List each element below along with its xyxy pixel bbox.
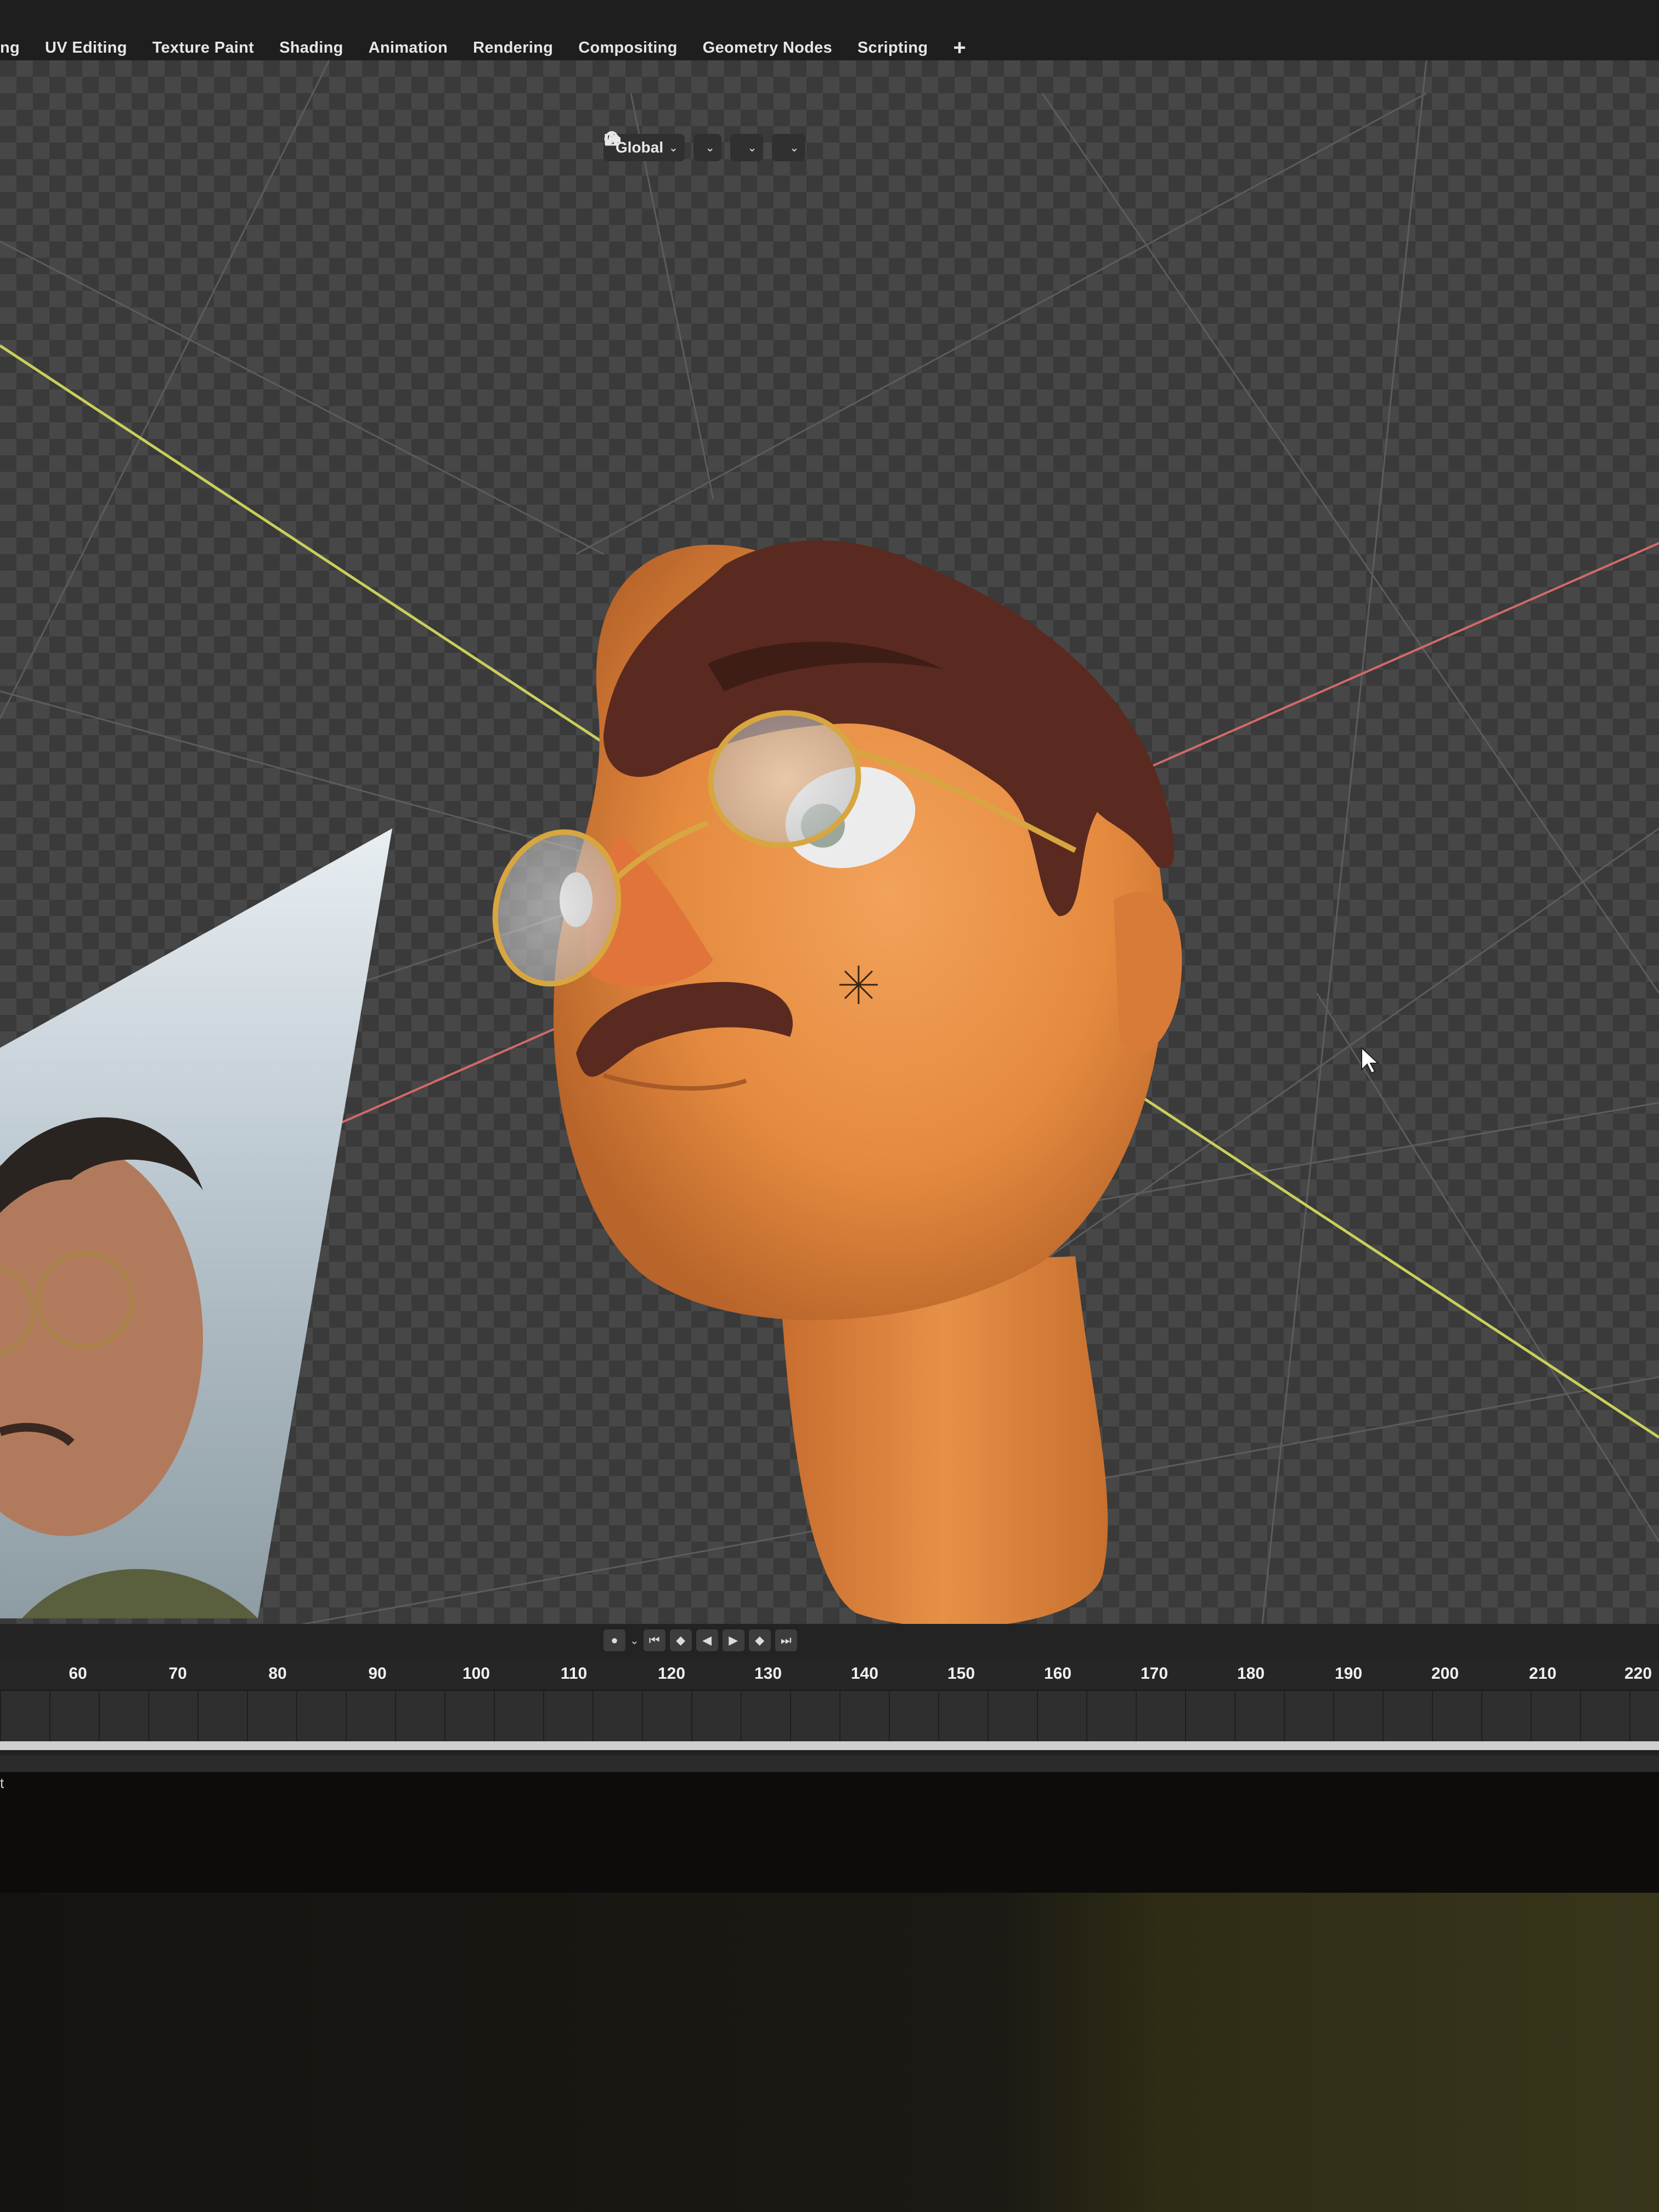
keyframe-track[interactable] (0, 1691, 1659, 1741)
3d-viewport[interactable]: Global ⌄ ⌄ ⌄ ⌄ (0, 60, 1659, 1629)
reference-image-plane (0, 828, 392, 1618)
frame-label: 160 (1043, 1664, 1072, 1683)
tab-geometry-nodes[interactable]: Geometry Nodes (703, 39, 832, 57)
chevron-down-icon: ⌄ (669, 142, 678, 154)
frame-label: 220 (1624, 1664, 1652, 1683)
status-bar-text: t (0, 1775, 4, 1791)
tab-compositing[interactable]: Compositing (578, 39, 678, 57)
tab-scripting[interactable]: Scripting (857, 39, 928, 57)
frame-label: 110 (560, 1664, 588, 1683)
viewport-header-tools: Global ⌄ ⌄ ⌄ ⌄ (603, 131, 806, 165)
tab-uv-editing[interactable]: UV Editing (45, 39, 127, 57)
frame-label: 130 (754, 1664, 782, 1683)
frame-ruler[interactable]: 60 70 80 90 100 110 120 130 140 150 160 … (0, 1659, 1659, 1691)
jump-start-icon[interactable]: ⏮ (643, 1629, 665, 1651)
chevron-down-icon: ⌄ (789, 142, 799, 154)
frame-label: 210 (1528, 1664, 1557, 1683)
add-workspace-button[interactable]: + (953, 37, 966, 59)
tab-rendering[interactable]: Rendering (473, 39, 553, 57)
frame-label: 90 (368, 1664, 387, 1683)
chevron-down-icon: ⌄ (747, 142, 757, 154)
frame-label: 60 (69, 1664, 87, 1683)
frame-label: 100 (462, 1664, 490, 1683)
play-reverse-icon[interactable]: ◀ (696, 1629, 718, 1651)
timeline-scrollbar[interactable] (0, 1741, 1659, 1750)
timeline-editor: ● ⌄ ⏮ ◆ ◀ ▶ ◆ ⏭ 60 70 80 90 100 110 120 … (0, 1624, 1659, 1756)
playback-controls: ● ⌄ ⏮ ◆ ◀ ▶ ◆ ⏭ (603, 1629, 797, 1651)
frame-label: 70 (168, 1664, 187, 1683)
frame-label: 180 (1237, 1664, 1265, 1683)
record-icon[interactable]: ● (603, 1629, 625, 1651)
snapping-controls[interactable]: ⌄ (605, 131, 764, 161)
transform-orientation-value: Global (616, 139, 664, 156)
proportional-editing-controls[interactable]: ⌄ (605, 132, 806, 161)
frame-label: 200 (1431, 1664, 1459, 1683)
jump-end-icon[interactable]: ⏭ (775, 1629, 797, 1651)
frame-label: 140 (850, 1664, 879, 1683)
next-keyframe-icon[interactable]: ◆ (748, 1629, 771, 1651)
prev-keyframe-icon[interactable]: ◆ (669, 1629, 692, 1651)
ear (1114, 891, 1182, 1054)
play-icon[interactable]: ▶ (722, 1629, 744, 1651)
tab-layout-partial[interactable]: ng (0, 39, 20, 57)
chevron-down-icon[interactable]: ⌄ (630, 1634, 639, 1647)
tab-texture-paint[interactable]: Texture Paint (153, 39, 254, 57)
monitor-bezel (0, 1772, 1659, 1893)
chevron-down-icon: ⌄ (705, 142, 715, 154)
object-origin-icon (839, 966, 878, 1004)
tab-shading[interactable]: Shading (279, 39, 343, 57)
frame-label: 120 (657, 1664, 686, 1683)
pivot-point-dropdown[interactable]: ⌄ (604, 133, 721, 161)
tab-animation[interactable]: Animation (369, 39, 448, 57)
desk-background (0, 1893, 1659, 2212)
frame-label: 170 (1140, 1664, 1169, 1683)
viewport-scene (0, 60, 1659, 1629)
workspace-tab-bar: ng UV Editing Texture Paint Shading Anim… (0, 0, 1659, 60)
frame-label: 80 (268, 1664, 287, 1683)
blender-window: ng UV Editing Texture Paint Shading Anim… (0, 0, 1659, 1772)
frame-label: 190 (1334, 1664, 1363, 1683)
frame-label: 150 (947, 1664, 975, 1683)
